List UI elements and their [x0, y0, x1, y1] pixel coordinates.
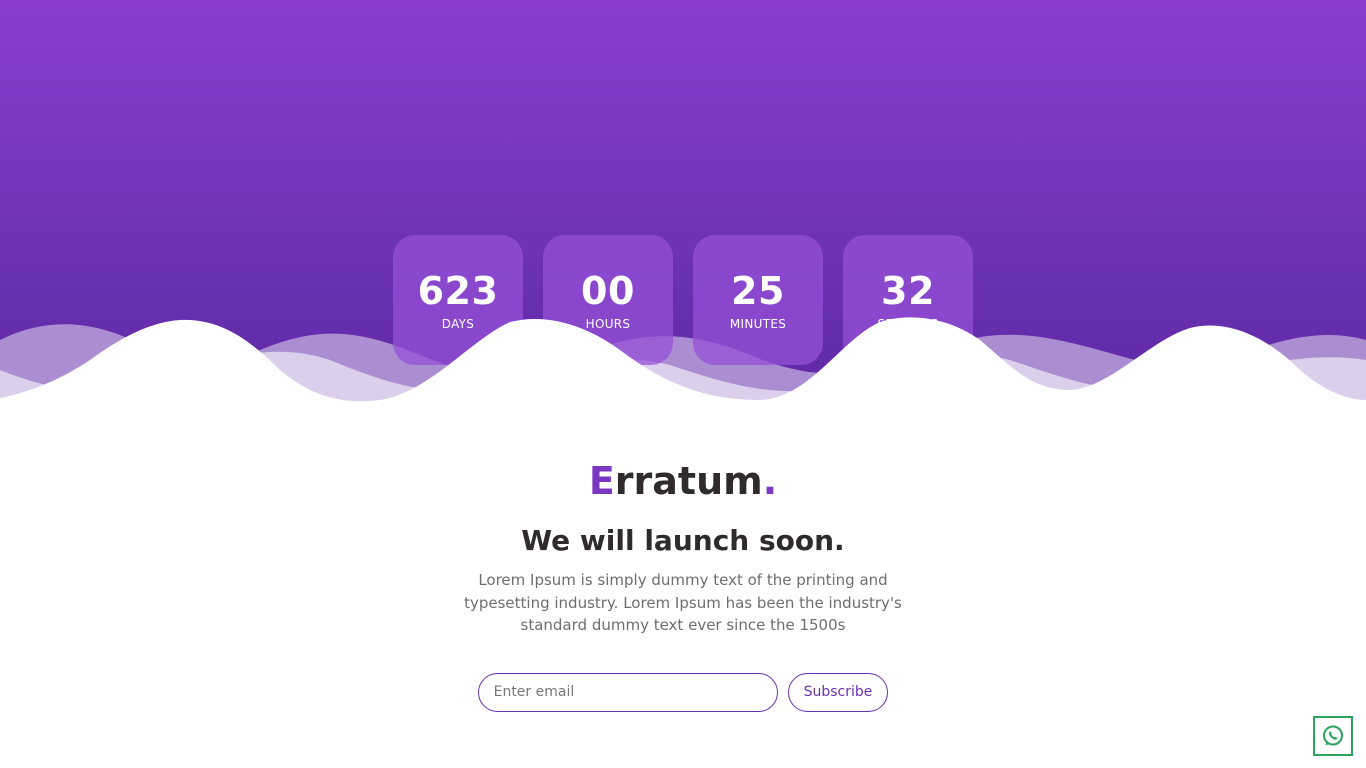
main-content: Erratum. We will launch soon. Lorem Ipsu…	[0, 455, 1366, 712]
email-input[interactable]	[477, 672, 778, 712]
subscribe-button[interactable]: Subscribe	[787, 672, 889, 712]
logo-first-letter: E	[588, 459, 615, 503]
launch-headline: We will launch soon.	[521, 524, 845, 557]
brand-logo: Erratum.	[0, 455, 1366, 507]
coming-soon-page: 623 DAYS 00 HOURS 25 MINUTES 32 SECONDS …	[0, 0, 1366, 768]
subscribe-form: Subscribe	[0, 672, 1366, 712]
front-wave-decoration	[0, 317, 1366, 430]
logo-dot: .	[762, 459, 778, 503]
description-text: Lorem Ipsum is simply dummy text of the …	[464, 571, 902, 634]
whatsapp-button[interactable]	[1313, 716, 1353, 756]
whatsapp-icon	[1323, 725, 1343, 746]
logo-rest: rratum	[614, 459, 763, 503]
